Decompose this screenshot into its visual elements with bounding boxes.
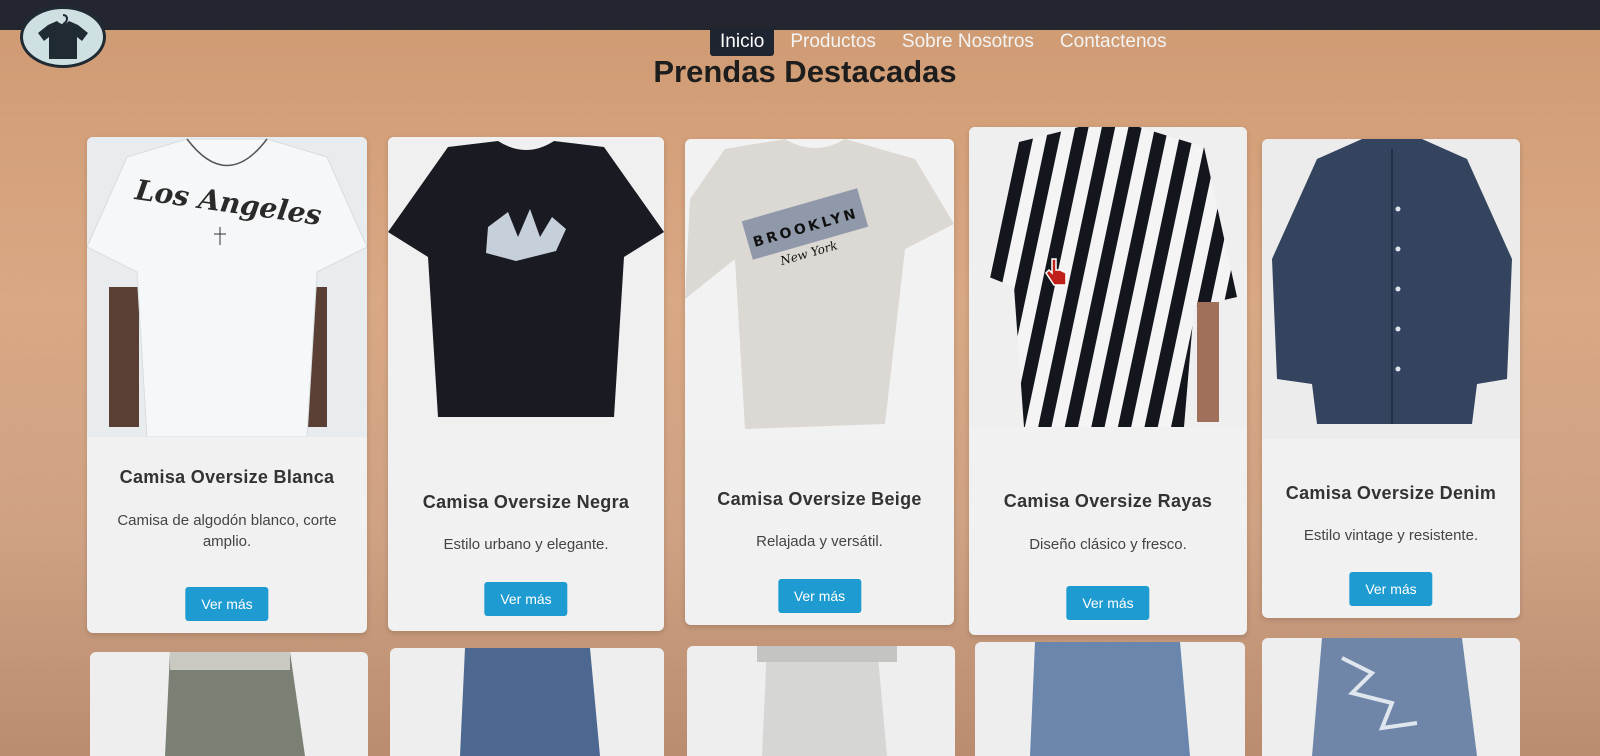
nav-productos[interactable]: Productos [780,28,886,56]
product-description: Diseño clásico y fresco. [1029,536,1187,553]
product-card-row2-1 [90,652,368,756]
product-name: Camisa Oversize Negra [422,492,630,512]
product-description: Estilo urbano y elegante. [443,536,609,553]
ver-mas-button[interactable]: Ver más [185,587,269,621]
page-title: Prendas Destacadas [653,54,957,89]
hand-pointer-icon [1045,258,1067,286]
nav-contactenos[interactable]: Contactenos [1050,28,1177,56]
product-image-negra [388,137,664,437]
product-card-row2-3 [687,646,955,756]
product-card-row2-2 [390,648,664,756]
ver-mas-button[interactable]: Ver más [1349,572,1433,606]
product-card-blanca: Los Angeles Camisa Oversize Blanca Camis… [87,137,367,633]
product-name: Camisa Oversize Denim [1285,483,1497,503]
product-description: Estilo vintage y resistente. [1303,527,1479,544]
nav-inicio[interactable]: Inicio [710,28,775,56]
product-card-row2-5 [1262,638,1520,756]
product-image-beige: BROOKLYN New York [685,139,954,439]
product-card-beige: BROOKLYN New York Camisa Oversize Beige … [685,139,954,625]
product-description: Camisa de algodón blanco, corte amplio. [117,512,337,550]
nav-sobre-nosotros[interactable]: Sobre Nosotros [892,28,1044,56]
product-name: Camisa Oversize Beige [717,489,922,509]
browser-top-bar [0,0,1600,30]
product-image-blanca: Los Angeles [87,137,367,438]
product-card-row2-4 [975,642,1245,756]
product-name: Camisa Oversize Blanca [119,467,335,487]
product-card-rayas: Camisa Oversize Rayas Diseño clásico y f… [969,127,1247,635]
product-name: Camisa Oversize Rayas [1003,491,1213,511]
product-description: Relajada y versátil. [756,533,883,550]
main-nav: Inicio Productos Sobre Nosotros Contacte… [710,28,1183,56]
product-card-negra: Camisa Oversize Negra Estilo urbano y el… [388,137,664,631]
ver-mas-button[interactable]: Ver más [484,582,568,616]
product-image-denim [1262,139,1520,439]
ver-mas-button[interactable]: Ver más [777,579,862,613]
product-card-denim: Camisa Oversize Denim Estilo vintage y r… [1262,139,1520,618]
ver-mas-button[interactable]: Ver más [1066,586,1150,620]
product-image-rayas [969,127,1247,427]
